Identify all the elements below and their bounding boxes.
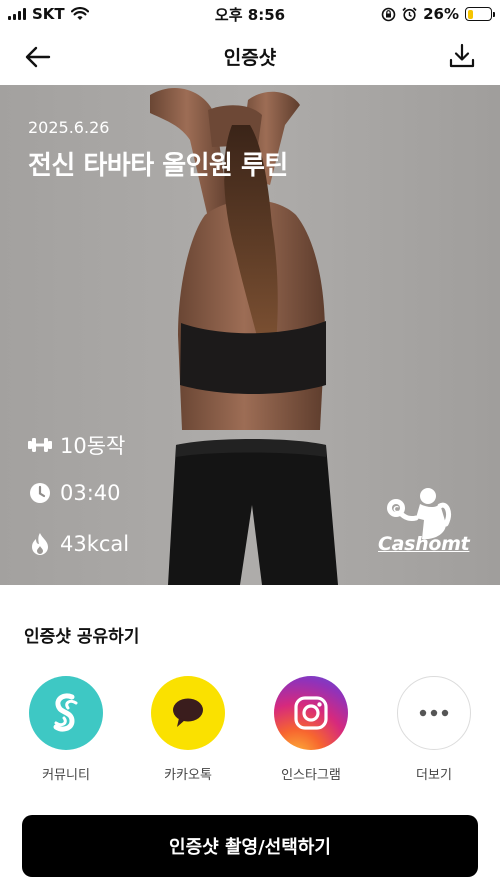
carrier-label: SKT (32, 5, 65, 23)
download-icon (449, 43, 475, 68)
stat-exercises-label: 10동작 (60, 434, 126, 458)
status-left: SKT (8, 5, 89, 23)
signal-icon (8, 8, 26, 20)
more-icon (397, 676, 471, 750)
alarm-icon (402, 6, 417, 21)
workout-photo: 2025.6.26 전신 타바타 올인원 루틴 10동작 03:40 43kca… (0, 85, 500, 585)
page-title: 인증샷 (223, 47, 277, 69)
share-instagram-label: 인스타그램 (281, 768, 341, 783)
download-button[interactable] (446, 40, 478, 72)
instagram-icon (274, 676, 348, 750)
back-button[interactable] (22, 41, 54, 73)
dumbbell-icon (28, 433, 52, 457)
share-kakaotalk-button[interactable]: 카카오톡 (138, 676, 238, 783)
stat-duration: 03:40 (28, 481, 121, 505)
take-or-select-photo-button[interactable]: 인증샷 촬영/선택하기 (22, 815, 478, 877)
share-community-label: 커뮤니티 (42, 768, 90, 783)
workout-date: 2025.6.26 (28, 118, 110, 137)
clock-icon (28, 481, 52, 505)
share-more-button[interactable]: 더보기 (384, 676, 484, 783)
flame-icon (28, 532, 52, 556)
status-time: 오후 8:56 (214, 5, 286, 24)
svg-text:C: C (393, 505, 399, 514)
stat-calories: 43kcal (28, 532, 129, 556)
nav-bar: 인증샷 (0, 28, 500, 85)
share-community-button[interactable]: 커뮤니티 (16, 676, 116, 783)
routine-title: 전신 타바타 올인원 루틴 (28, 151, 288, 181)
status-right: 26% (381, 5, 495, 23)
battery-percent: 26% (423, 5, 459, 23)
battery-icon (465, 7, 495, 21)
share-section-title: 인증샷 공유하기 (24, 627, 140, 647)
stat-duration-label: 03:40 (60, 481, 121, 505)
stat-exercises: 10동작 (28, 430, 125, 460)
share-kakaotalk-label: 카카오톡 (164, 768, 212, 783)
stat-calories-label: 43kcal (60, 532, 130, 556)
share-more-label: 더보기 (416, 768, 452, 783)
share-instagram-button[interactable]: 인스타그램 (261, 676, 361, 783)
app-logo-text: Cashomt (378, 533, 470, 555)
wifi-icon (70, 7, 89, 20)
community-icon (29, 676, 103, 750)
orientation-lock-icon (381, 7, 396, 21)
status-bar: SKT 오후 8:56 26% (0, 0, 500, 28)
arrow-left-icon (25, 46, 51, 68)
kakaotalk-icon (151, 676, 225, 750)
